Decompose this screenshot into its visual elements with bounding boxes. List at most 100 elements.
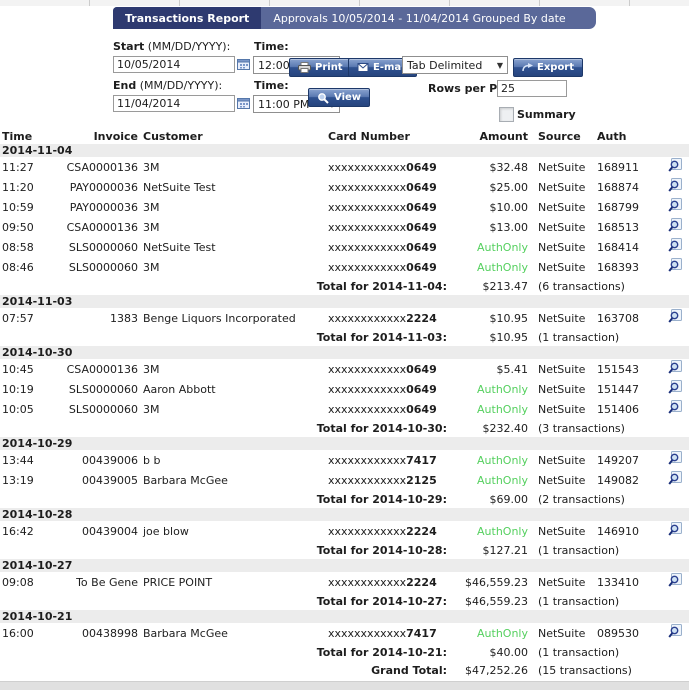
rows-per-page-input[interactable]	[497, 80, 567, 97]
group-date: 2014-10-28	[0, 508, 689, 521]
export-format-select[interactable]: Tab Delimited ▼	[402, 56, 508, 74]
time-cell: 10:19	[2, 382, 34, 396]
invoice-cell: SLS0000060	[68, 260, 138, 274]
col-header-actions	[660, 128, 689, 144]
group-date: 2014-10-30	[0, 346, 689, 359]
view-icon-cell	[660, 399, 689, 419]
view-transaction-icon[interactable]	[667, 471, 683, 486]
end-date-input[interactable]	[113, 95, 235, 112]
amount-cell: $5.41	[496, 362, 529, 376]
view-transaction-icon[interactable]	[667, 309, 683, 324]
transaction-row: 09:50 CSA0000136 3M xxxxxxxxxxxx0649 $13.00 N…	[0, 217, 689, 237]
view-transaction-icon[interactable]	[667, 258, 683, 273]
group-total-row: Total for 2014-11-04: $213.47 (6 transacti…	[0, 277, 689, 295]
amount-cell: AuthOnly	[477, 240, 528, 254]
transaction-row: 10:19 SLS0000060 Aaron Abbott xxxxxxxxxxxx0…	[0, 379, 689, 399]
view-transaction-icon[interactable]	[667, 400, 683, 415]
view-transaction-icon[interactable]	[667, 573, 683, 588]
col-header-amount: Amount	[479, 129, 528, 143]
group-total-count: (1 transaction)	[538, 594, 620, 608]
view-transaction-icon[interactable]	[667, 360, 683, 375]
group-total-amount: $46,559.23	[465, 594, 528, 608]
view-transaction-icon[interactable]	[667, 238, 683, 253]
transaction-row: 10:59 PAY0000036 3M xxxxxxxxxxxx0649 $10.00 N…	[0, 197, 689, 217]
card-mask: xxxxxxxxxxxx	[328, 524, 407, 538]
export-button[interactable]: Export	[513, 58, 584, 77]
invoice-cell: CSA0000136	[66, 220, 138, 234]
auth-cell: 168874	[597, 180, 639, 194]
view-transaction-icon[interactable]	[667, 522, 683, 537]
grand-total-row: Grand Total: $47,252.26 (15 transactions)	[0, 661, 689, 679]
invoice-cell: To Be Gene	[76, 575, 138, 589]
col-header-invoice: Invoice	[93, 129, 138, 143]
auth-cell: 168414	[597, 240, 639, 254]
transaction-row: 16:00 00438998 Barbara McGee xxxxxxxxxxxx74…	[0, 623, 689, 643]
grand-total-label: Grand Total:	[371, 663, 447, 677]
invoice-cell: 00439005	[82, 473, 138, 487]
view-transaction-icon[interactable]	[667, 451, 683, 466]
group-date: 2014-10-27	[0, 559, 689, 572]
source-cell: NetSuite	[538, 220, 586, 234]
view-button[interactable]: View	[308, 88, 371, 107]
card-mask: xxxxxxxxxxxx	[328, 453, 407, 467]
amount-cell: AuthOnly	[477, 260, 528, 274]
invoice-cell: SLS0000060	[68, 240, 138, 254]
card-number-cell: xxxxxxxxxxxx0649	[328, 399, 458, 419]
card-number-cell: xxxxxxxxxxxx0649	[328, 217, 458, 237]
start-date-input[interactable]	[113, 56, 235, 73]
view-icon-cell	[660, 521, 689, 541]
calendar-icon[interactable]	[237, 97, 250, 109]
card-mask: xxxxxxxxxxxx	[328, 160, 407, 174]
group-header-row: 2014-10-30	[0, 346, 689, 359]
summary-checkbox[interactable]	[499, 107, 514, 122]
customer-cell: b b	[143, 453, 161, 467]
export-format-value: Tab Delimited	[407, 58, 483, 72]
view-icon-cell	[660, 379, 689, 399]
invoice-cell: 00439004	[82, 524, 138, 538]
source-cell: NetSuite	[538, 453, 586, 467]
view-transaction-icon[interactable]	[667, 178, 683, 193]
customer-cell: 3M	[143, 160, 160, 174]
view-transaction-icon[interactable]	[667, 380, 683, 395]
time-cell: 08:46	[2, 260, 34, 274]
end-label-bold: End	[113, 79, 137, 92]
view-transaction-icon[interactable]	[667, 198, 683, 213]
card-last4: 0649	[406, 160, 437, 174]
auth-cell: 089530	[597, 626, 639, 640]
view-transaction-icon[interactable]	[667, 624, 683, 639]
email-icon	[357, 62, 369, 73]
view-button-label: View	[334, 92, 362, 103]
card-mask: xxxxxxxxxxxx	[328, 402, 407, 416]
customer-cell: 3M	[143, 220, 160, 234]
auth-cell: 168911	[597, 160, 639, 174]
source-cell: NetSuite	[538, 626, 586, 640]
transaction-row: 10:05 SLS0000060 3M xxxxxxxxxxxx0649 AuthOnl…	[0, 399, 689, 419]
card-mask: xxxxxxxxxxxx	[328, 260, 407, 274]
bottom-strip	[0, 681, 689, 690]
print-button[interactable]: Print	[289, 58, 352, 77]
card-number-cell: xxxxxxxxxxxx2125	[328, 470, 458, 490]
group-total-label: Total for 2014-11-04:	[316, 279, 447, 293]
invoice-cell: 00438998	[82, 626, 138, 640]
invoice-cell: CSA0000136	[66, 362, 138, 376]
customer-cell: Aaron Abbott	[143, 382, 216, 396]
card-last4: 0649	[406, 382, 437, 396]
view-transaction-icon[interactable]	[667, 218, 683, 233]
group-header-row: 2014-10-21	[0, 610, 689, 623]
card-last4: 0649	[406, 362, 437, 376]
calendar-icon[interactable]	[237, 58, 250, 70]
printer-icon	[298, 62, 311, 73]
card-mask: xxxxxxxxxxxx	[328, 382, 407, 396]
group-total-count: (6 transactions)	[538, 279, 625, 293]
group-total-row: Total for 2014-10-28: $127.21 (1 transacti…	[0, 541, 689, 559]
invoice-cell: SLS0000060	[68, 382, 138, 396]
view-transaction-icon[interactable]	[667, 158, 683, 173]
start-date-label: Start (MM/DD/YYYY):	[113, 40, 230, 53]
group-total-row: Total for 2014-10-21: $40.00 (1 transactio…	[0, 643, 689, 661]
group-total-row: Total for 2014-10-27: $46,559.23 (1 transa…	[0, 592, 689, 610]
auth-cell: 151543	[597, 362, 639, 376]
group-header-row: 2014-11-03	[0, 295, 689, 308]
time-cell: 13:44	[2, 453, 34, 467]
view-icon-cell	[660, 359, 689, 379]
time-cell: 11:27	[2, 160, 34, 174]
